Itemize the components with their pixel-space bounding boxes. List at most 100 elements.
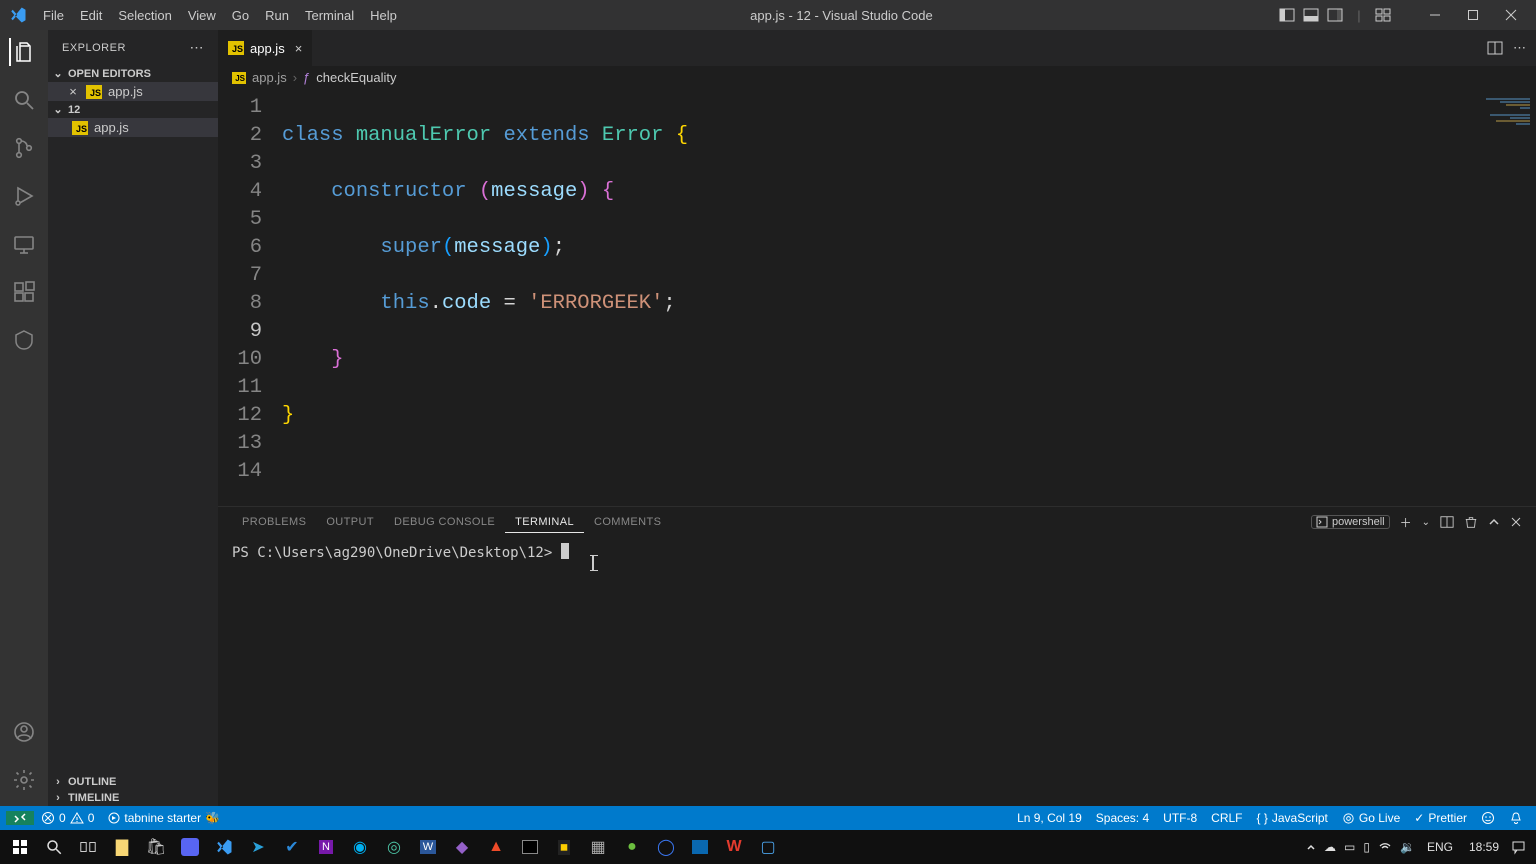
meet-now-icon[interactable]: ▭ <box>1344 840 1355 854</box>
menu-terminal[interactable]: Terminal <box>297 8 362 23</box>
more-actions-icon[interactable]: ⋯ <box>1513 40 1526 56</box>
minimize-button[interactable] <box>1426 6 1444 24</box>
breadcrumb-file[interactable]: app.js <box>252 70 287 85</box>
menu-help[interactable]: Help <box>362 8 405 23</box>
input-language[interactable]: ENG <box>1423 840 1457 854</box>
visual-studio-icon[interactable]: ◆ <box>446 832 478 862</box>
maximize-button[interactable] <box>1464 6 1482 24</box>
status-indentation[interactable]: Spaces: 4 <box>1089 811 1156 825</box>
app-icon-4[interactable]: ● <box>616 832 648 862</box>
volume-icon[interactable]: 🔉 <box>1400 840 1415 854</box>
app-icon-3[interactable]: ▦ <box>582 832 614 862</box>
toggle-primary-sidebar-icon[interactable] <box>1278 6 1296 24</box>
taskbar-search-icon[interactable] <box>38 832 70 862</box>
file-explorer-icon[interactable]: ▇ <box>106 832 138 862</box>
battery-icon[interactable]: ▯ <box>1363 840 1370 854</box>
todo-icon[interactable]: ✔ <box>276 832 308 862</box>
status-cursor-position[interactable]: Ln 9, Col 19 <box>1010 811 1089 825</box>
tray-overflow-icon[interactable] <box>1306 842 1316 852</box>
remote-explorer-icon[interactable] <box>10 230 38 258</box>
close-icon[interactable]: × <box>66 84 80 99</box>
folder-section[interactable]: ⌄ 12 <box>48 101 218 118</box>
task-view-icon[interactable] <box>72 832 104 862</box>
panel-tab-debug-console[interactable]: DEBUG CONSOLE <box>384 516 505 528</box>
kill-terminal-icon[interactable] <box>1464 515 1478 529</box>
onedrive-icon[interactable]: ☁ <box>1324 840 1336 854</box>
action-center-icon[interactable] <box>1511 840 1526 855</box>
menu-view[interactable]: View <box>180 8 224 23</box>
start-button[interactable] <box>4 832 36 862</box>
vscode-taskbar-icon[interactable] <box>208 832 240 862</box>
terminal[interactable]: PS C:\Users\ag290\OneDrive\Desktop\12> <box>218 537 1536 806</box>
status-language[interactable]: { }JavaScript <box>1250 811 1335 825</box>
maximize-panel-icon[interactable] <box>1488 516 1500 528</box>
telegram-icon[interactable]: ➤ <box>242 832 274 862</box>
split-terminal-icon[interactable] <box>1440 515 1454 529</box>
terminal-dropdown-icon[interactable]: ⌄ <box>1422 517 1430 528</box>
app-icon-5[interactable] <box>684 832 716 862</box>
tab-close-icon[interactable]: × <box>291 41 303 56</box>
menu-selection[interactable]: Selection <box>110 8 179 23</box>
breadcrumb[interactable]: JS app.js › ƒ checkEquality <box>218 66 1536 92</box>
panel-tab-comments[interactable]: COMMENTS <box>584 516 671 528</box>
camera-icon[interactable]: ▢ <box>752 832 784 862</box>
panel-tab-output[interactable]: OUTPUT <box>316 516 384 528</box>
file-item[interactable]: JS app.js <box>48 118 218 137</box>
app-icon-2[interactable]: ◼ <box>548 832 580 862</box>
onenote-icon[interactable]: N <box>310 832 342 862</box>
split-editor-icon[interactable] <box>1487 40 1503 56</box>
close-button[interactable] <box>1502 6 1520 24</box>
status-notifications-icon[interactable] <box>1502 811 1530 825</box>
status-go-live[interactable]: Go Live <box>1335 811 1407 825</box>
system-tray[interactable]: ☁ ▭ ▯ 🔉 ENG 18:59 <box>1306 840 1532 855</box>
menu-run[interactable]: Run <box>257 8 297 23</box>
status-eol[interactable]: CRLF <box>1204 811 1249 825</box>
customize-layout-icon[interactable] <box>1374 6 1392 24</box>
status-feedback-icon[interactable] <box>1474 811 1502 825</box>
breadcrumb-symbol[interactable]: checkEquality <box>316 70 396 85</box>
skype-icon[interactable]: ◉ <box>344 832 376 862</box>
open-editors-section[interactable]: ⌄ OPEN EDITORS <box>48 65 218 82</box>
source-control-icon[interactable] <box>10 134 38 162</box>
run-debug-icon[interactable] <box>10 182 38 210</box>
app-icon[interactable] <box>174 832 206 862</box>
menu-file[interactable]: File <box>35 8 72 23</box>
status-prettier[interactable]: ✓Prettier <box>1407 811 1474 825</box>
code-content[interactable]: class manualError extends Error { constr… <box>282 94 1536 506</box>
explorer-more-icon[interactable]: ⋯ <box>190 39 205 56</box>
toggle-panel-icon[interactable] <box>1302 6 1320 24</box>
brave-icon[interactable]: ▲ <box>480 832 512 862</box>
extensions-icon[interactable] <box>10 278 38 306</box>
open-editor-item[interactable]: × JS app.js <box>48 82 218 101</box>
close-panel-icon[interactable] <box>1510 516 1522 528</box>
signal-icon[interactable]: ◯ <box>650 832 682 862</box>
menu-edit[interactable]: Edit <box>72 8 110 23</box>
panel-tab-terminal[interactable]: TERMINAL <box>505 516 584 533</box>
microsoft-store-icon[interactable]: 🛍 <box>140 832 172 862</box>
settings-gear-icon[interactable] <box>10 766 38 794</box>
explorer-icon[interactable] <box>9 38 37 66</box>
clock[interactable]: 18:59 <box>1465 840 1503 854</box>
accounts-icon[interactable] <box>10 718 38 746</box>
wifi-icon[interactable] <box>1378 840 1392 854</box>
remote-indicator[interactable] <box>6 811 34 825</box>
edge-icon[interactable]: ◎ <box>378 832 410 862</box>
menu-go[interactable]: Go <box>224 8 257 23</box>
word-icon[interactable]: W <box>412 832 444 862</box>
toggle-secondary-sidebar-icon[interactable] <box>1326 6 1344 24</box>
new-terminal-icon[interactable]: ＋ <box>1400 514 1412 531</box>
panel-tab-problems[interactable]: PROBLEMS <box>232 516 316 528</box>
docker-icon[interactable] <box>10 326 38 354</box>
status-tabnine[interactable]: tabnine starter 🐝 <box>101 811 227 825</box>
cmd-icon[interactable] <box>514 832 546 862</box>
status-encoding[interactable]: UTF-8 <box>1156 811 1204 825</box>
search-icon[interactable] <box>10 86 38 114</box>
tab-app-js[interactable]: JS app.js × <box>218 30 313 66</box>
terminal-shell-selector[interactable]: powershell <box>1311 515 1390 529</box>
timeline-section[interactable]: › TIMELINE <box>48 790 218 806</box>
code-editor[interactable]: 1 2 3 4 5 6 7 8 9 10 11 12 13 14 class m… <box>218 92 1536 506</box>
status-problems[interactable]: 0 0 <box>34 811 101 825</box>
wps-icon[interactable]: W <box>718 832 750 862</box>
outline-section[interactable]: › OUTLINE <box>48 774 218 790</box>
minimap[interactable] <box>1476 92 1536 506</box>
